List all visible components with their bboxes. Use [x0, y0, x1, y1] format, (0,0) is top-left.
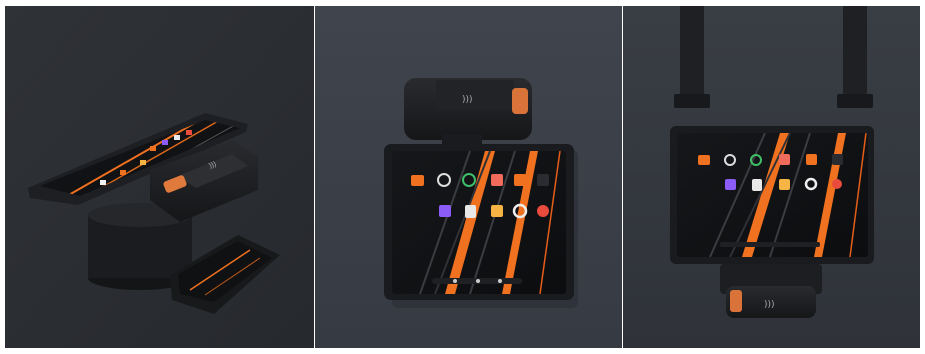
- gallery-icon: [491, 174, 503, 186]
- camera-icon: [465, 205, 476, 218]
- svg-text:))): ))): [462, 95, 473, 105]
- panel-tablet-lanyard: ))): [623, 6, 920, 348]
- video-icon: [439, 205, 451, 217]
- panel-tablet-top-reader: ))): [315, 6, 622, 348]
- notes-icon: [491, 205, 503, 217]
- product-photo-strip: ))) )))))): [0, 0, 925, 354]
- calendar-icon: [537, 174, 549, 186]
- mail-icon: [411, 175, 424, 186]
- svg-text:))): ))): [764, 300, 775, 310]
- shop-icon: [514, 174, 526, 186]
- panel-pos-desktop: ))): [5, 6, 314, 348]
- clock-icon: [537, 205, 549, 217]
